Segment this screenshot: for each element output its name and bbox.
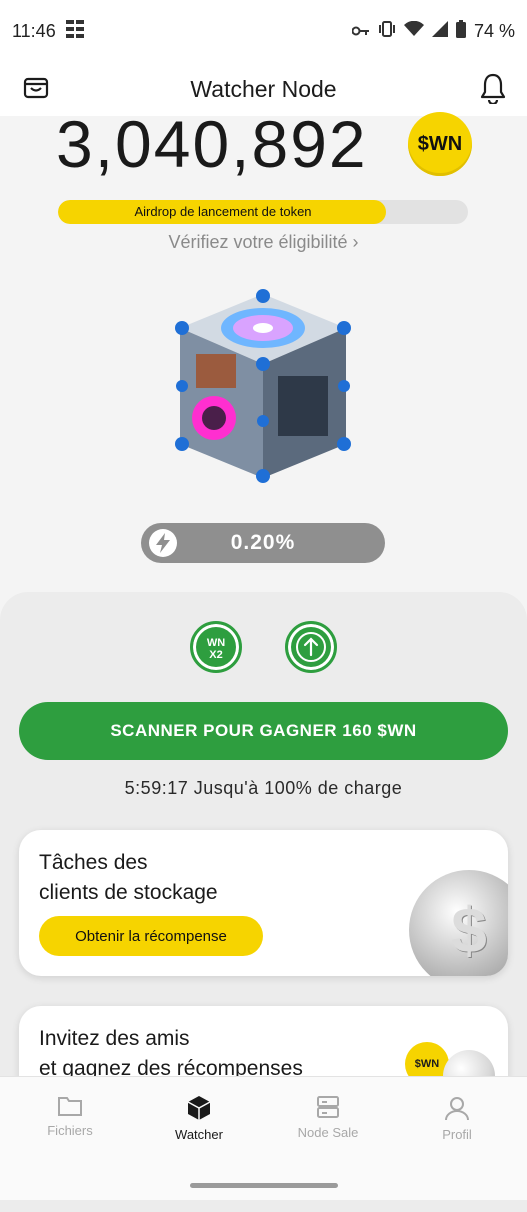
coin-label: $WN [417,132,463,155]
invite-title-line1: Invitez des amis [39,1027,190,1050]
invite-coin-label: $WN [414,1058,440,1070]
tab-profil-label: Profil [442,1127,472,1142]
status-bar: 11:46 74 % [0,0,527,62]
boost-label-wn: WN [206,637,226,649]
cube-icon [187,1096,211,1120]
tab-profil[interactable]: Profil [397,1095,517,1142]
grid-app-icon [65,19,84,43]
lightning-icon [149,529,177,557]
tab-watcher[interactable]: Watcher [139,1095,259,1142]
mining-rate-value: 0.20% [230,531,296,554]
folder-icon [58,1097,82,1116]
eligibility-link[interactable]: Vérifiez votre éligibilité › [0,232,527,253]
balance-value: 3,040,892 [56,107,368,181]
tab-fichiers[interactable]: Fichiers [10,1095,130,1138]
tab-node-sale[interactable]: Node Sale [268,1095,388,1140]
vibrate-icon [378,20,396,42]
boost-label-x2: X2 [209,649,223,661]
key-icon [351,21,370,42]
battery-percent: 74 % [473,20,515,41]
scan-to-earn-button[interactable]: SCANNER POUR GAGNER 160 $WN [19,702,508,760]
claim-reward-button[interactable]: Obtenir la récompense [39,916,263,956]
wallet-icon[interactable] [22,74,50,102]
wifi-icon [403,20,424,42]
dollar-coin-icon: $ [409,870,508,976]
page-title: Watcher Node [190,75,337,102]
charge-countdown: 5:59:17 Jusqu'à 100% de charge [124,778,403,798]
server-icon [317,1096,339,1118]
invite-card-title: Invitez des amis et gagnez des récompens… [39,1024,303,1084]
storage-tasks-card[interactable]: Tâches des clients de stockage Obtenir l… [19,830,508,976]
home-indicator[interactable] [190,1183,338,1188]
watcher-node-cube-image [168,286,358,486]
mining-rate-pill: 0.20% [141,523,385,563]
battery-icon [455,19,466,43]
bottom-tab-bar: Fichiers Watcher Node Sale Profil [0,1076,527,1200]
arrow-up-icon [296,632,326,662]
storage-title-line1: Tâches des [39,851,148,874]
tab-fichiers-label: Fichiers [47,1123,93,1138]
airdrop-progress-bar[interactable]: Airdrop de lancement de token [58,200,468,224]
storage-title-line2: clients de stockage [39,881,218,904]
tab-node-sale-label: Node Sale [297,1125,359,1140]
upgrade-arrow-button[interactable] [285,621,337,673]
tab-watcher-label: Watcher [175,1127,223,1142]
notification-bell-icon[interactable] [479,72,507,106]
user-icon [445,1097,469,1121]
signal-icon [431,20,448,42]
wn-coin-icon: $WN [408,112,472,176]
storage-card-title: Tâches des clients de stockage [39,848,218,908]
status-time: 11:46 [12,20,56,41]
airdrop-label: Airdrop de lancement de token [134,204,312,219]
wn-x2-boost-button[interactable]: WN X2 [190,621,242,673]
